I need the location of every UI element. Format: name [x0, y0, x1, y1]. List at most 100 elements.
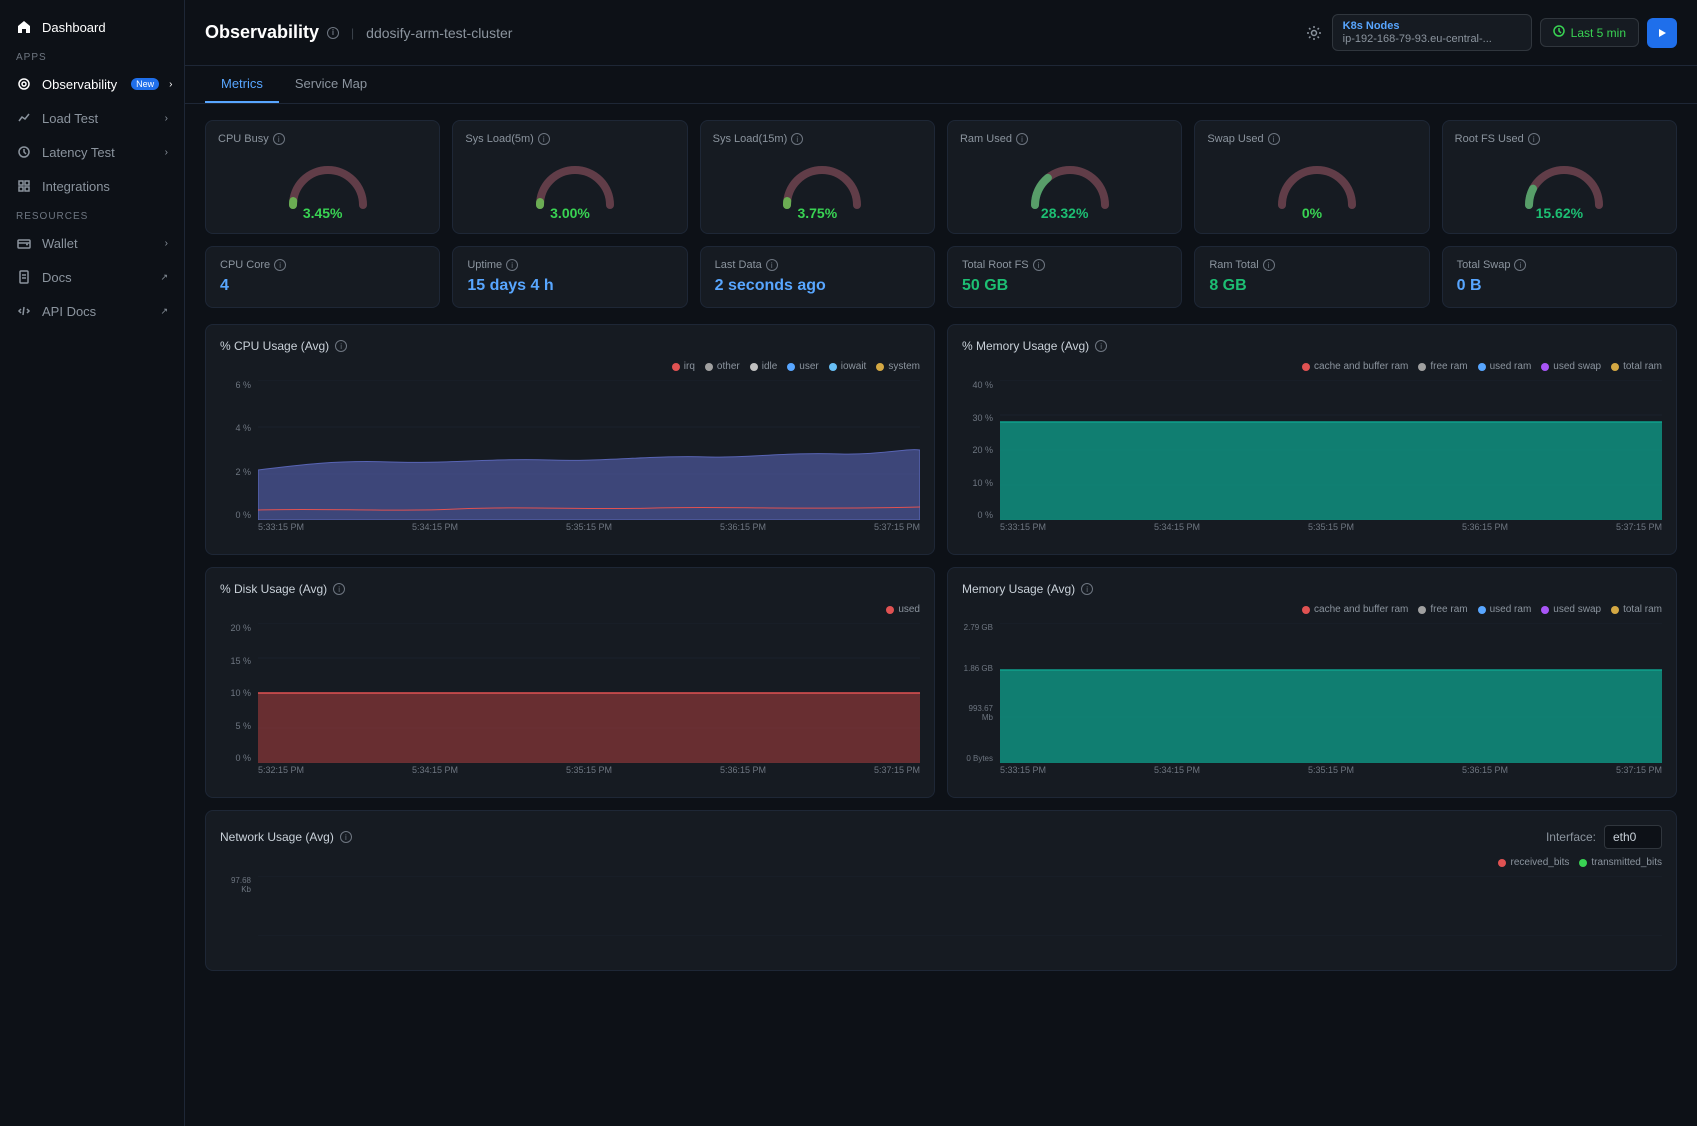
chevron-right-icon: ›: [169, 79, 172, 90]
info-card-last-data: Last Data i 2 seconds ago: [700, 246, 935, 308]
new-badge: New: [131, 78, 159, 90]
cpu-x-labels: 5:33:15 PM 5:34:15 PM 5:35:15 PM 5:36:15…: [258, 522, 920, 540]
time-label: Last 5 min: [1571, 26, 1626, 40]
info-icon-rootfs: i: [1528, 133, 1540, 145]
disk-x-labels: 5:32:15 PM 5:34:15 PM 5:35:15 PM 5:36:15…: [258, 765, 920, 783]
sidebar-integrations-label: Integrations: [42, 179, 110, 194]
sys-load-5m-gauge: [530, 155, 610, 203]
interface-label: Interface:: [1546, 830, 1596, 844]
legend-received: received_bits: [1498, 857, 1569, 868]
header: Observability i | ddosify-arm-test-clust…: [185, 0, 1697, 66]
mem-pct-x-labels: 5:33:15 PM 5:34:15 PM 5:35:15 PM 5:36:15…: [1000, 522, 1662, 540]
mem-pct-svg-area: [1000, 380, 1662, 520]
network-row: Network Usage (Avg) i Interface: eth0 re…: [205, 810, 1677, 971]
main-content: Observability i | ddosify-arm-test-clust…: [185, 0, 1697, 1126]
sidebar-item-dashboard[interactable]: Dashboard: [0, 10, 184, 44]
clock-icon: [1553, 25, 1565, 40]
time-range-button[interactable]: Last 5 min: [1540, 18, 1639, 47]
mem-usage-svg-area: [1000, 623, 1662, 763]
page-title: Observability i: [205, 22, 339, 43]
legend-total-ram: total ram: [1611, 361, 1662, 372]
metric-card-ram-used: Ram Used i 28.32%: [947, 120, 1182, 234]
network-svg-area: [258, 876, 1662, 936]
interface-select[interactable]: eth0: [1604, 825, 1662, 849]
external-link-icon: ↗: [160, 272, 168, 283]
disk-svg-area: [258, 623, 920, 763]
sidebar-latency-label: Latency Test: [42, 145, 115, 160]
legend-user: user: [787, 361, 818, 372]
info-icon-total-swap: i: [1514, 259, 1526, 271]
info-icon-last-data: i: [766, 259, 778, 271]
k8s-node-selector[interactable]: K8s Nodes ip-192-168-79-93.eu-central-..…: [1332, 14, 1532, 51]
swap-used-gauge: [1272, 155, 1352, 203]
legend-cache-2: cache and buffer ram: [1302, 604, 1408, 615]
info-icon-cpu-busy: i: [273, 133, 285, 145]
info-icon-uptime: i: [506, 259, 518, 271]
tab-metrics[interactable]: Metrics: [205, 66, 279, 103]
sidebar-item-observability[interactable]: Observability New ›: [0, 67, 184, 101]
apps-section-title: APPS: [0, 44, 184, 67]
memory-usage-legend: cache and buffer ram free ram used ram u…: [962, 604, 1662, 615]
info-icon-total-root-fs: i: [1033, 259, 1045, 271]
info-icon-mem-pct: i: [1095, 340, 1107, 352]
memory-pct-legend: cache and buffer ram free ram used ram u…: [962, 361, 1662, 372]
sidebar-item-wallet[interactable]: Wallet ›: [0, 226, 184, 260]
sidebar-item-load-test[interactable]: Load Test ›: [0, 101, 184, 135]
sidebar-api-docs-label: API Docs: [42, 304, 96, 319]
memory-usage-chart-area: 2.79 GB 1.86 GB 993.67 Mb 0 Bytes: [962, 623, 1662, 783]
info-icon-disk: i: [333, 583, 345, 595]
gauge-metrics-row: CPU Busy i 3.45% Sys Load(5m) i: [205, 120, 1677, 234]
tab-service-map[interactable]: Service Map: [279, 66, 383, 103]
uptime-title: Uptime i: [467, 259, 672, 271]
play-button[interactable]: [1647, 18, 1677, 48]
chevron-right-icon-2: ›: [165, 113, 168, 124]
latency-icon: [16, 144, 32, 160]
docs-icon: [16, 269, 32, 285]
legend-transmitted: transmitted_bits: [1579, 857, 1662, 868]
info-card-ram-total: Ram Total i 8 GB: [1194, 246, 1429, 308]
header-divider: |: [351, 26, 354, 40]
cpu-busy-gauge: [283, 155, 363, 203]
metric-card-sys-load-15m: Sys Load(15m) i 3.75%: [700, 120, 935, 234]
main-tabs: Metrics Service Map: [185, 66, 1697, 104]
settings-icon[interactable]: [1304, 23, 1324, 43]
sys-load-15m-title: Sys Load(15m) i: [713, 133, 804, 145]
cpu-chart-legend: irq other idle user iowait system: [220, 361, 920, 372]
info-card-total-root-fs: Total Root FS i 50 GB: [947, 246, 1182, 308]
info-card-total-swap: Total Swap i 0 B: [1442, 246, 1677, 308]
legend-used-swap: used swap: [1541, 361, 1601, 372]
network-header: Network Usage (Avg) i Interface: eth0: [220, 825, 1662, 849]
disk-chart-legend: used: [220, 604, 920, 615]
memory-usage-chart: Memory Usage (Avg) i cache and buffer ra…: [947, 567, 1677, 798]
info-icon-swap: i: [1268, 133, 1280, 145]
legend-cache: cache and buffer ram: [1302, 361, 1408, 372]
metric-card-swap-used: Swap Used i 0%: [1194, 120, 1429, 234]
sidebar-item-docs[interactable]: Docs ↗: [0, 260, 184, 294]
network-chart-area: 97.68 Kb: [220, 876, 1662, 956]
network-usage-card: Network Usage (Avg) i Interface: eth0 re…: [205, 810, 1677, 971]
mem-pct-y-labels: 40 % 30 % 20 % 10 % 0 %: [962, 380, 997, 520]
legend-idle: idle: [750, 361, 778, 372]
sidebar-item-integrations[interactable]: Integrations: [0, 169, 184, 203]
sys-load-5m-title: Sys Load(5m) i: [465, 133, 549, 145]
sidebar-item-api-docs[interactable]: API Docs ↗: [0, 294, 184, 328]
info-icon-ram-total: i: [1263, 259, 1275, 271]
legend-used-ram: used ram: [1478, 361, 1532, 372]
k8s-value: ip-192-168-79-93.eu-central-...: [1343, 33, 1521, 45]
sidebar-item-latency-test[interactable]: Latency Test ›: [0, 135, 184, 169]
wallet-icon: [16, 235, 32, 251]
info-icon-cpu-chart: i: [335, 340, 347, 352]
external-link-icon-2: ↗: [160, 306, 168, 317]
cpu-y-labels: 6 % 4 % 2 % 0 %: [220, 380, 255, 520]
ram-used-gauge: [1025, 155, 1105, 203]
home-icon: [16, 19, 32, 35]
total-swap-title: Total Swap i: [1457, 259, 1662, 271]
swap-used-title: Swap Used i: [1207, 133, 1279, 145]
resources-section-title: RESOURCES: [0, 203, 184, 226]
memory-pct-chart-area: 40 % 30 % 20 % 10 % 0 %: [962, 380, 1662, 540]
network-y-labels: 97.68 Kb: [220, 876, 255, 936]
uptime-value: 15 days 4 h: [467, 277, 672, 295]
info-icon-header: i: [327, 27, 339, 39]
memory-usage-title: Memory Usage (Avg) i: [962, 582, 1662, 596]
legend-swap-2: used swap: [1541, 604, 1601, 615]
